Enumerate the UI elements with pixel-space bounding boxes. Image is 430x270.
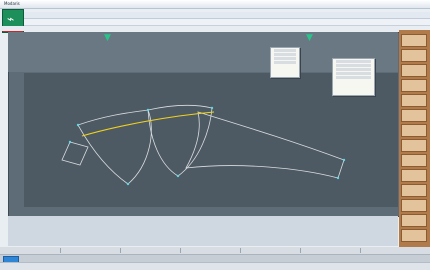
reference-line [81,111,215,137]
divider [360,248,361,253]
divider [120,248,121,253]
tool-button[interactable] [401,124,427,137]
tool-button[interactable] [401,169,427,182]
vertex-point [342,158,346,162]
vertex-point [126,182,130,186]
tool-button[interactable] [401,79,427,92]
tool-button[interactable] [401,34,427,47]
tool-button[interactable] [401,94,427,107]
divider [60,248,61,253]
tool-button[interactable] [401,184,427,197]
vertex-point [176,174,180,178]
tool-button[interactable] [401,139,427,152]
divider [240,248,241,253]
tool-palette [399,30,430,247]
status-strip [0,247,430,255]
divider [300,248,301,253]
tool-button[interactable] [401,199,427,212]
pattern-drawing[interactable] [0,0,430,269]
vertex-point [336,176,340,180]
tool-button[interactable] [401,229,427,242]
tool-button[interactable] [401,154,427,167]
pattern-piece-front [77,109,152,185]
divider [180,248,181,253]
vertex-point [68,140,72,144]
vertex-point [210,106,214,110]
tool-button[interactable] [401,109,427,122]
pattern-piece-left-triangle [61,141,89,166]
tool-button[interactable] [401,214,427,227]
tool-button[interactable] [401,49,427,62]
vertex-point [76,123,80,127]
tool-button[interactable] [401,64,427,77]
vertex-point [146,108,150,112]
